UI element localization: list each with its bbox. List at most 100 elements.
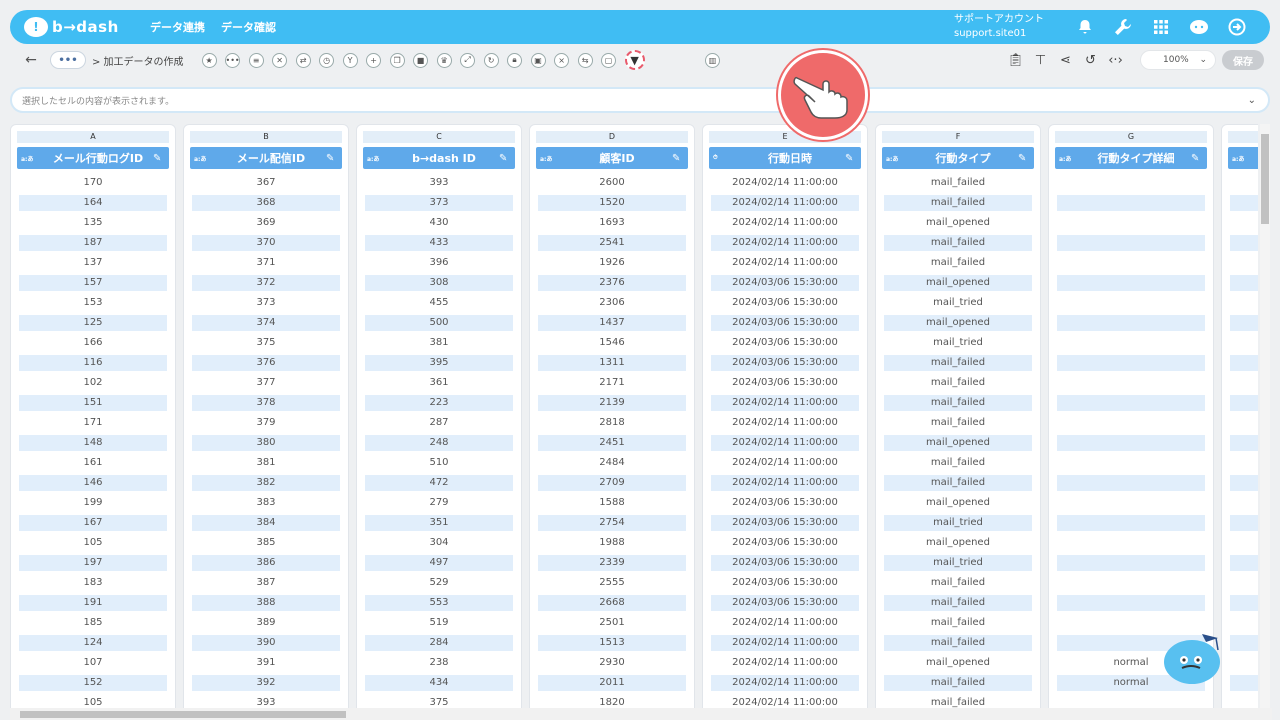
table-cell[interactable]: 519 <box>365 615 513 631</box>
column-letter[interactable]: A <box>17 131 169 143</box>
column-header[interactable]: a:あ 行動タイプ ✎ <box>882 147 1034 169</box>
table-cell[interactable]: 105 <box>19 695 167 708</box>
table-cell[interactable]: 361 <box>365 375 513 391</box>
table-cell[interactable]: 2555 <box>538 575 686 591</box>
delete-icon[interactable]: ■ <box>413 52 429 68</box>
table-cell[interactable]: 2024/02/14 11:00:00 <box>711 235 859 251</box>
list-icon[interactable]: ≡ <box>248 52 264 68</box>
table-cell[interactable]: 391 <box>192 655 340 671</box>
table-cell[interactable]: 396 <box>365 255 513 271</box>
frame-icon[interactable]: ▢ <box>601 52 617 68</box>
grid-column[interactable]: E ⏱ 行動日時 ✎ 2024/02/14 11:00:00 2024/02/14 11:… <box>702 124 868 708</box>
table-cell[interactable]: 191 <box>19 595 167 611</box>
table-cell[interactable]: 1311 <box>538 355 686 371</box>
table-cell[interactable]: 107 <box>19 655 167 671</box>
table-cell[interactable] <box>1230 595 1258 611</box>
table-cell[interactable] <box>1230 175 1258 191</box>
table-cell[interactable]: 472 <box>365 475 513 491</box>
table-cell[interactable] <box>1230 195 1258 211</box>
table-cell[interactable]: 148 <box>19 435 167 451</box>
table-cell[interactable] <box>1057 335 1205 351</box>
table-cell[interactable]: 187 <box>19 235 167 251</box>
table-cell[interactable]: 157 <box>19 275 167 291</box>
refresh-file-icon[interactable]: ↺ <box>1078 50 1103 70</box>
wrench-icon[interactable] <box>1104 12 1142 42</box>
table-cell[interactable]: mail_opened <box>884 315 1032 331</box>
table-cell[interactable] <box>1230 275 1258 291</box>
apps-grid-icon[interactable] <box>1142 12 1180 42</box>
table-cell[interactable]: 2668 <box>538 595 686 611</box>
table-cell[interactable]: 102 <box>19 375 167 391</box>
table-cell[interactable]: 284 <box>365 635 513 651</box>
table-cell[interactable]: 371 <box>192 255 340 271</box>
table-cell[interactable]: 2024/02/14 11:00:00 <box>711 215 859 231</box>
table-cell[interactable] <box>1230 675 1258 691</box>
table-cell[interactable]: 2024/03/06 15:30:00 <box>711 275 859 291</box>
edit-pencil-icon[interactable]: ✎ <box>499 153 515 164</box>
table-cell[interactable]: mail_tried <box>884 295 1032 311</box>
table-cell[interactable]: 2024/02/14 11:00:00 <box>711 435 859 451</box>
account-info[interactable]: サポートアカウント support.site01 <box>954 13 1044 41</box>
table-cell[interactable]: 2024/03/06 15:30:00 <box>711 555 859 571</box>
table-cell[interactable] <box>1057 415 1205 431</box>
table-cell[interactable]: mail_tried <box>884 515 1032 531</box>
table-cell[interactable]: 2024/02/14 11:00:00 <box>711 655 859 671</box>
table-cell[interactable]: 146 <box>19 475 167 491</box>
more-options-button[interactable]: ••• <box>50 51 86 69</box>
table-cell[interactable] <box>1230 235 1258 251</box>
table-cell[interactable]: 393 <box>365 175 513 191</box>
table-cell[interactable]: 248 <box>365 435 513 451</box>
table-cell[interactable]: mail_opened <box>884 435 1032 451</box>
table-cell[interactable]: mail_failed <box>884 255 1032 271</box>
table-cell[interactable] <box>1230 355 1258 371</box>
table-cell[interactable]: 2024/02/14 11:00:00 <box>711 395 859 411</box>
split-icon[interactable]: ⇄ <box>295 52 311 68</box>
column-letter[interactable]: D <box>536 131 688 143</box>
table-cell[interactable]: 304 <box>365 535 513 551</box>
bdash-logo[interactable]: ! b→dash <box>24 17 134 37</box>
table-cell[interactable] <box>1230 655 1258 671</box>
table-cell[interactable]: 2451 <box>538 435 686 451</box>
table-cell[interactable]: 2024/03/06 15:30:00 <box>711 495 859 511</box>
table-cell[interactable]: 381 <box>365 335 513 351</box>
table-cell[interactable] <box>1057 255 1205 271</box>
table-cell[interactable]: 387 <box>192 575 340 591</box>
table-cell[interactable]: 2024/02/14 11:00:00 <box>711 635 859 651</box>
table-cell[interactable] <box>1230 455 1258 471</box>
table-cell[interactable]: 2600 <box>538 175 686 191</box>
table-cell[interactable]: mail_failed <box>884 475 1032 491</box>
code-icon[interactable]: ‹·› <box>1103 50 1128 70</box>
lock-icon[interactable]: 🔒︎ <box>507 52 523 68</box>
swap-icon[interactable]: ⇆ <box>577 52 593 68</box>
table-cell[interactable]: mail_failed <box>884 195 1032 211</box>
table-cell[interactable] <box>1230 635 1258 651</box>
table-cell[interactable] <box>1230 375 1258 391</box>
table-cell[interactable] <box>1057 355 1205 371</box>
table-cell[interactable]: 1546 <box>538 335 686 351</box>
table-cell[interactable] <box>1230 615 1258 631</box>
table-cell[interactable]: 137 <box>19 255 167 271</box>
table-cell[interactable]: 279 <box>365 495 513 511</box>
table-cell[interactable]: mail_failed <box>884 635 1032 651</box>
table-cell[interactable] <box>1230 255 1258 271</box>
hierarchy-icon[interactable]: ⊤ <box>1028 50 1053 70</box>
grid-column[interactable]: a:あ✎ <box>1221 124 1258 708</box>
table-cell[interactable] <box>1230 415 1258 431</box>
table-cell[interactable]: 389 <box>192 615 340 631</box>
table-cell[interactable]: 199 <box>19 495 167 511</box>
table-cell[interactable]: 433 <box>365 235 513 251</box>
table-cell[interactable]: 2501 <box>538 615 686 631</box>
table-cell[interactable]: 384 <box>192 515 340 531</box>
mascot-helper-icon[interactable] <box>1162 628 1226 688</box>
crown-icon[interactable]: ♛ <box>436 52 452 68</box>
table-cell[interactable]: mail_failed <box>884 615 1032 631</box>
column-icon[interactable]: ▥ <box>705 52 721 68</box>
chevron-down-icon[interactable]: ⌄ <box>1248 95 1256 106</box>
table-cell[interactable]: 2024/02/14 11:00:00 <box>711 615 859 631</box>
table-cell[interactable]: 2541 <box>538 235 686 251</box>
table-cell[interactable]: 393 <box>192 695 340 708</box>
edit-pencil-icon[interactable]: ✎ <box>1018 153 1034 164</box>
table-cell[interactable] <box>1057 275 1205 291</box>
edit-pencil-icon[interactable]: ✎ <box>845 153 861 164</box>
table-cell[interactable]: mail_opened <box>884 495 1032 511</box>
